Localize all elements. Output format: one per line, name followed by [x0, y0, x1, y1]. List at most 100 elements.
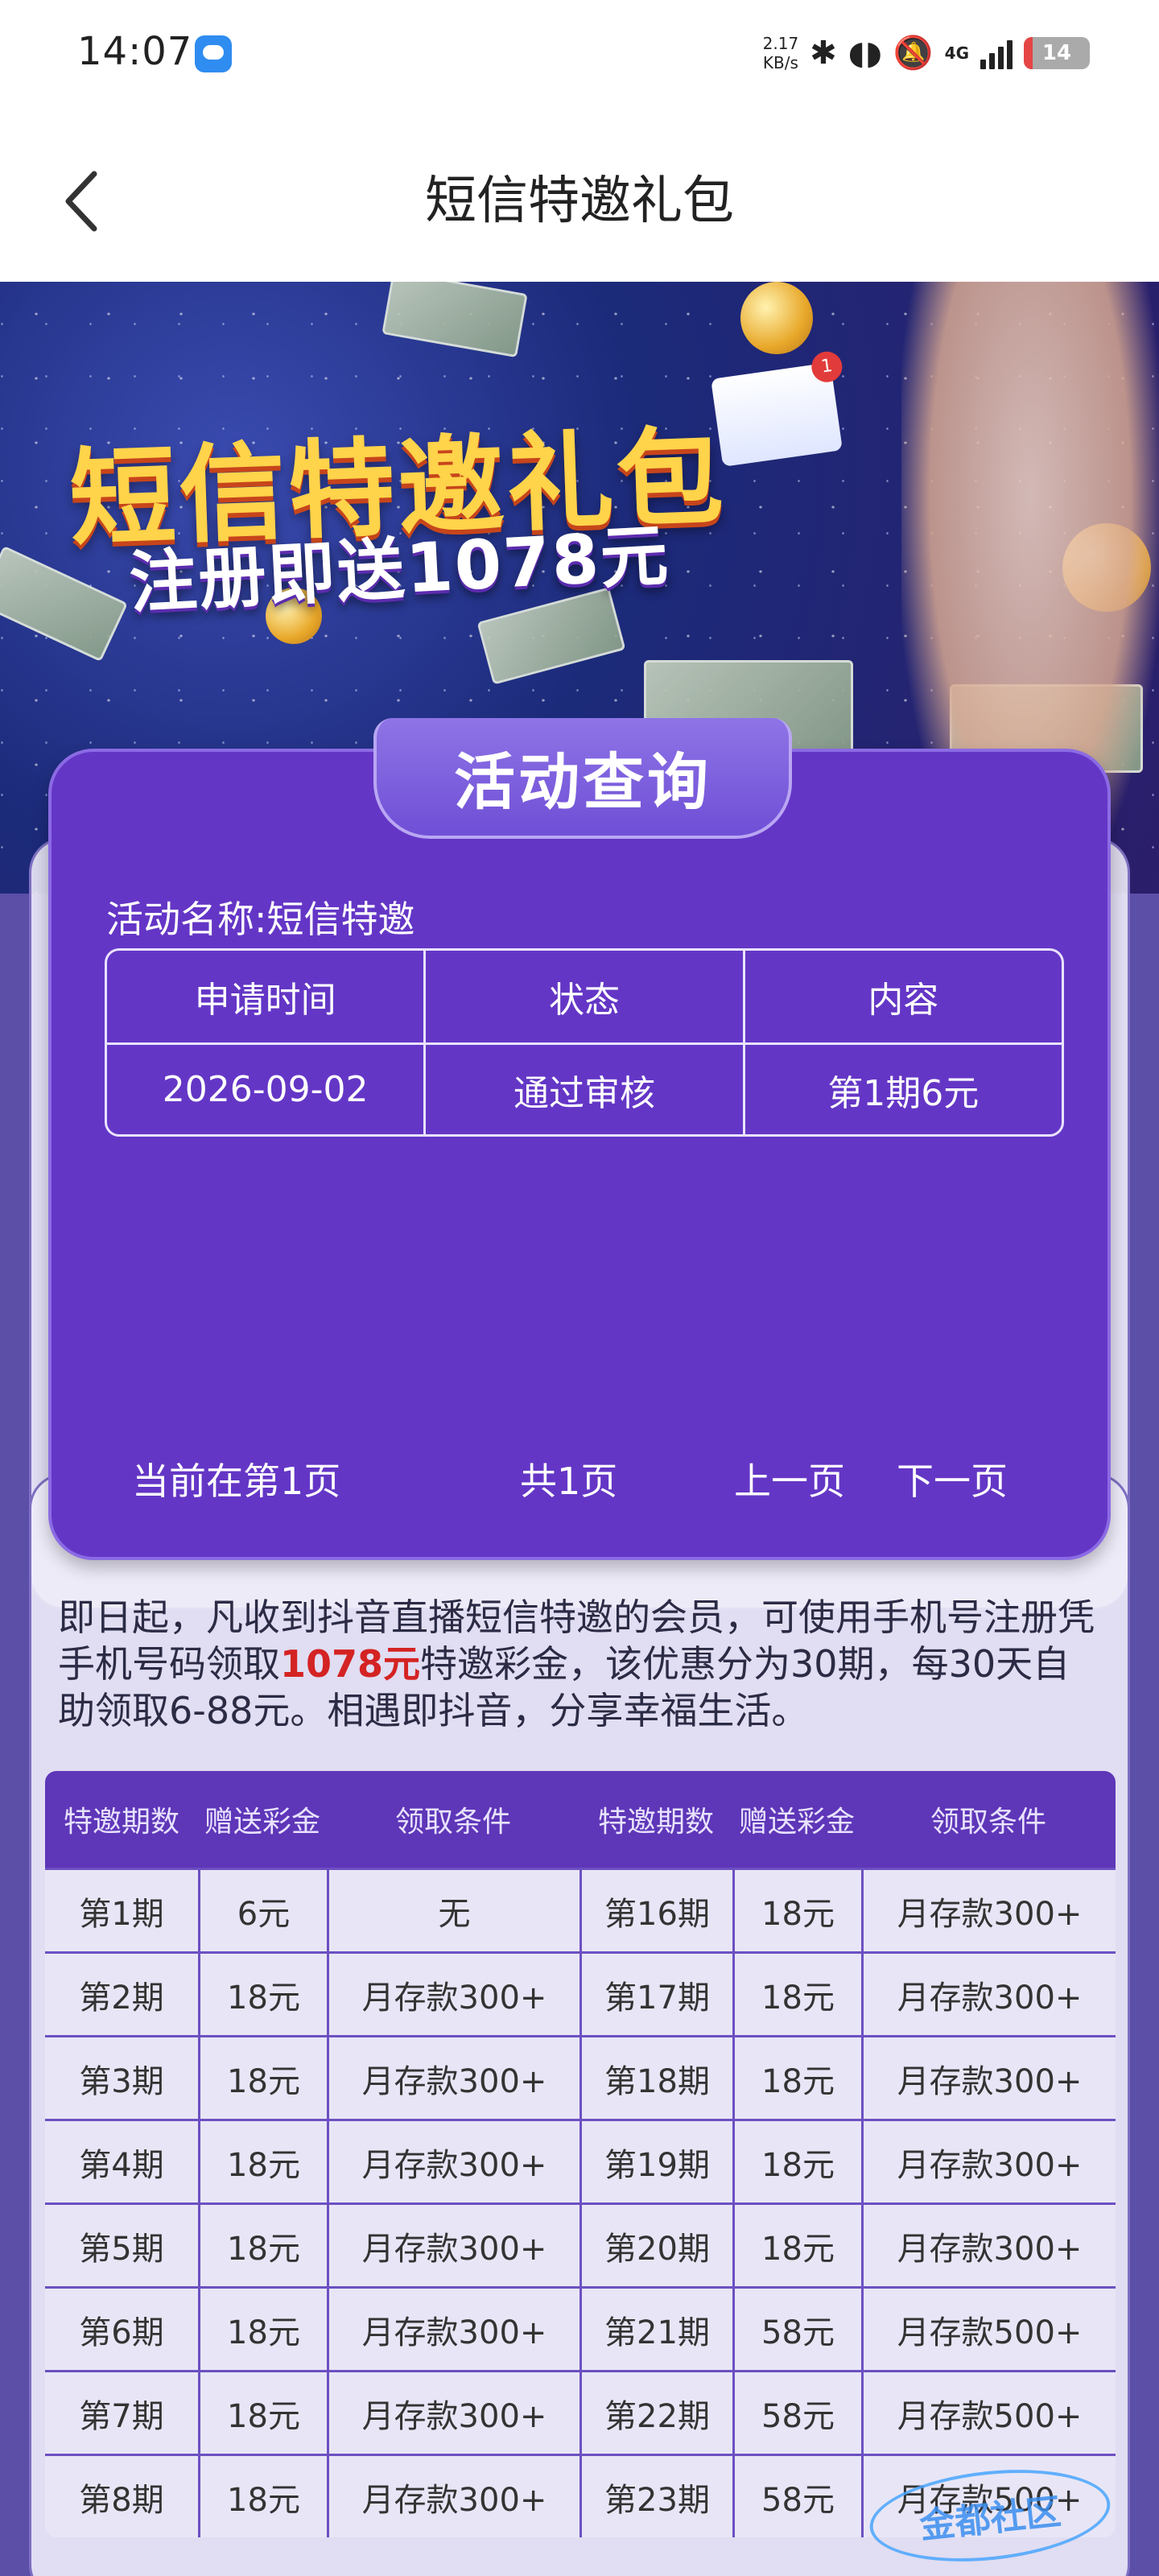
column-header: 赠送彩金 [738, 1806, 855, 1839]
table-row: 第1期 6元无第16期 18元 月存款300+ [45, 1868, 1116, 1951]
periods-table-body: 第1期 6元无第16期 18元 月存款300+ 第2期 18元 月存款300+ 第17期 18元… [45, 1868, 1116, 2537]
network-speed-value: 2.17 [762, 34, 799, 53]
claim-condition: 月存款300+ [861, 1954, 1116, 2035]
query-table-header: 申请时间 状态 内容 [107, 951, 1062, 1042]
claim-condition: 月存款300+ [861, 2121, 1116, 2202]
earbuds-icon: ◖◗ [848, 35, 882, 72]
period-number: 第20期 [580, 2205, 732, 2286]
message-app-icon [195, 35, 232, 72]
column-header: 特邀期数 [597, 1806, 714, 1839]
claim-condition: 月存款300+ [861, 2205, 1116, 2286]
period-number: 第7期 [79, 2397, 164, 2435]
periods-table: 特邀期数 赠送彩金 领取条件 特邀期数 赠送彩金 领取条件 第1期 6元无第16期… [45, 1771, 1116, 2537]
bonus-amount: 18元 [198, 2289, 327, 2370]
bonus-amount: 58元 [732, 2456, 861, 2537]
period-number: 第21期 [580, 2289, 732, 2370]
table-row: 第7期 18元 月存款300+ 第22期 58元 月存款500+ [45, 2370, 1116, 2454]
pagination: 当前在第1页 共1页 上一页 下一页 [52, 1452, 1107, 1509]
battery-icon: 14 [1024, 37, 1090, 69]
status-bar: 14:07 2.17 KB/s ✱ ◖◗ 🔕 4G 14 [0, 0, 1159, 113]
claim-condition: 月存款300+ [861, 2037, 1116, 2119]
table-row: 第6期 18元 月存款300+ 第21期 58元 月存款500+ [45, 2286, 1116, 2370]
apply-date: 2026-09-02 [162, 1069, 369, 1110]
current-page: 当前在第1页 [132, 1459, 341, 1503]
period-number: 第1期 [79, 1895, 164, 1933]
period-number: 第18期 [580, 2037, 732, 2119]
content-area: 1 短信特邀礼包 注册即送1078元 活动查询 活动名称:短信特邀 申请时间 状… [0, 282, 1159, 2576]
content-text: 第1期6元 [742, 1045, 1062, 1134]
bonus-amount: 18元 [198, 2037, 327, 2119]
period-number: 第6期 [79, 2314, 164, 2351]
promo-description: 即日起，凡收到抖音直播短信特邀的会员，可使用手机号注册凭手机号码领取1078元特… [58, 1594, 1104, 1734]
period-number: 第23期 [580, 2456, 732, 2537]
next-page-button[interactable]: 下一页 [897, 1452, 1008, 1505]
period-number: 第17期 [580, 1954, 732, 2035]
column-header: 特邀期数 [63, 1806, 179, 1839]
highlight-amount: 1078元 [280, 1642, 421, 1686]
network-speed: 2.17 KB/s [763, 34, 799, 72]
query-table: 申请时间 状态 内容 2026-09-02 通过审核 第1期6元 [105, 948, 1064, 1137]
period-number: 第16期 [580, 1870, 732, 1951]
battery-level [1024, 37, 1033, 69]
period-number: 第5期 [79, 2230, 164, 2268]
claim-condition: 月存款300+ [861, 1870, 1116, 1951]
status-time: 14:07 [77, 29, 193, 74]
bonus-amount: 18元 [198, 2205, 327, 2286]
bonus-amount: 6元 [198, 1870, 327, 1951]
bonus-amount: 18元 [732, 2121, 861, 2202]
activity-name: 活动名称:短信特邀 [106, 898, 415, 941]
query-tab-title: 活动查询 [454, 746, 711, 818]
table-row: 第3期 18元 月存款300+ 第18期 18元 月存款300+ [45, 2035, 1116, 2119]
bonus-amount: 18元 [732, 1954, 861, 2035]
claim-condition: 月存款300+ [327, 1954, 580, 2035]
query-tab: 活动查询 [373, 718, 792, 839]
network-type: 4G [944, 43, 969, 63]
watermark-text: 金都社区 [918, 2491, 1063, 2548]
claim-condition: 月存款300+ [327, 2037, 580, 2119]
bonus-amount: 58元 [732, 2372, 861, 2454]
table-row: 第4期 18元 月存款300+ 第19期 18元 月存款300+ [45, 2119, 1116, 2202]
claim-condition: 月存款300+ [327, 2456, 580, 2537]
column-header: 领取条件 [394, 1806, 511, 1839]
claim-condition: 月存款300+ [327, 2205, 580, 2286]
activity-query-card: 活动查询 活动名称:短信特邀 申请时间 状态 内容 2026-09-02 通过审… [48, 718, 1111, 1560]
table-row: 2026-09-02 通过审核 第1期6元 [107, 1042, 1062, 1134]
prev-page-button[interactable]: 上一页 [734, 1452, 845, 1505]
bonus-amount: 18元 [198, 2121, 327, 2202]
envelope-icon: 1 [711, 349, 844, 467]
bonus-amount: 58元 [732, 2289, 861, 2370]
periods-table-header: 特邀期数 赠送彩金 领取条件 特邀期数 赠送彩金 领取条件 [45, 1771, 1116, 1868]
claim-condition: 月存款300+ [327, 2121, 580, 2202]
battery-value: 14 [1041, 41, 1072, 65]
status-text: 通过审核 [423, 1045, 742, 1134]
network-speed-unit: KB/s [762, 53, 798, 72]
period-number: 第8期 [79, 2481, 164, 2519]
bonus-amount: 18元 [198, 2372, 327, 2454]
bonus-amount: 18元 [732, 1870, 861, 1951]
coin-image [740, 282, 813, 354]
mute-icon: 🔕 [893, 35, 934, 72]
signal-icon [980, 37, 1013, 69]
period-number: 第19期 [580, 2121, 732, 2202]
column-header: 赠送彩金 [204, 1806, 320, 1839]
period-number: 第4期 [79, 2146, 164, 2184]
claim-condition: 月存款300+ [327, 2289, 580, 2370]
total-pages: 共1页 [520, 1459, 618, 1503]
column-header: 状态 [423, 951, 742, 1042]
period-number: 第3期 [79, 2062, 164, 2100]
claim-condition: 月存款500+ [861, 2372, 1116, 2454]
bonus-amount: 18元 [732, 2205, 861, 2286]
column-header: 申请时间 [194, 980, 336, 1021]
status-icons: 2.17 KB/s ✱ ◖◗ 🔕 4G 14 [763, 29, 1090, 77]
bonus-amount: 18元 [732, 2037, 861, 2119]
column-header: 内容 [742, 951, 1062, 1042]
app-header: 短信特邀礼包 [0, 113, 1159, 282]
claim-condition: 月存款500+ [861, 2289, 1116, 2370]
table-row: 第2期 18元 月存款300+ 第17期 18元 月存款300+ [45, 1951, 1116, 2035]
bluetooth-icon: ✱ [810, 35, 837, 72]
column-header: 领取条件 [930, 1806, 1046, 1839]
claim-condition: 月存款300+ [327, 2372, 580, 2454]
period-number: 第2期 [79, 1979, 164, 2017]
table-row: 第5期 18元 月存款300+ 第20期 18元 月存款300+ [45, 2202, 1116, 2286]
page-title: 短信特邀礼包 [425, 171, 734, 231]
